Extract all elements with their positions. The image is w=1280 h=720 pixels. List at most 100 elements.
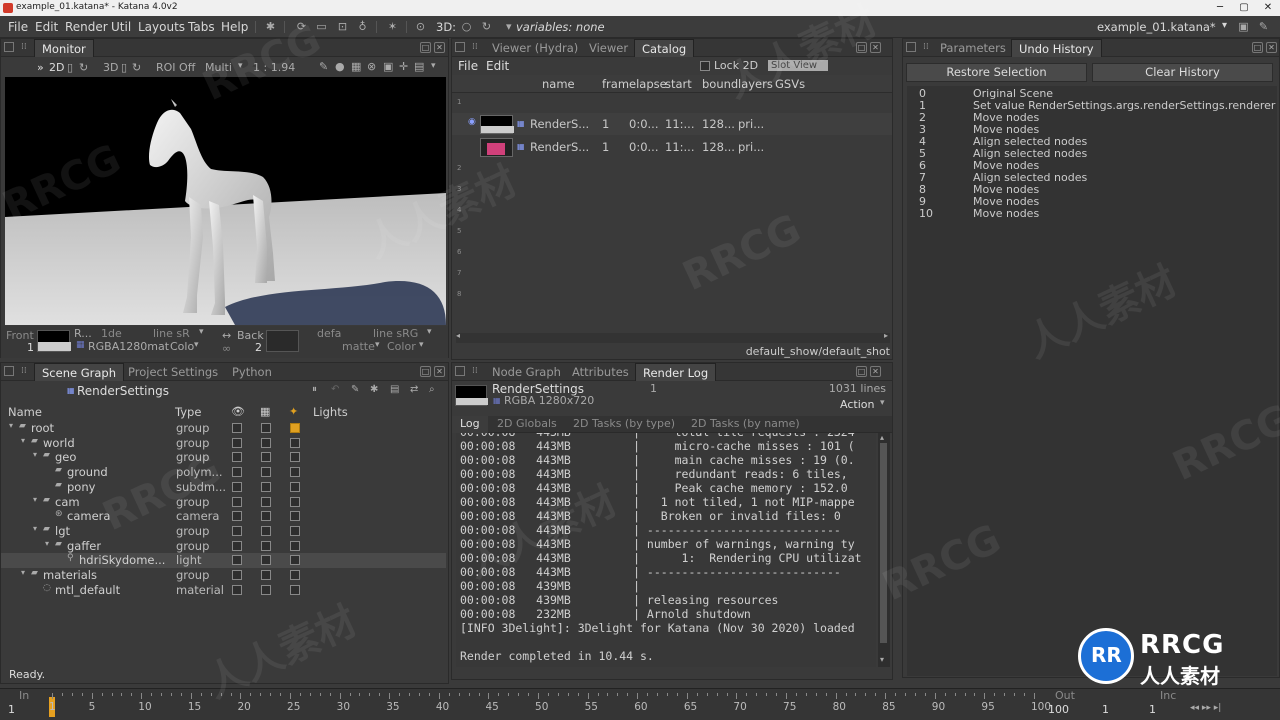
pencil-icon[interactable]: ✎ [319, 60, 328, 73]
restore-selection-button[interactable]: Restore Selection [906, 63, 1087, 82]
expand-arrow-icon[interactable]: ▾ [33, 524, 37, 533]
clear-history-button[interactable]: Clear History [1092, 63, 1273, 82]
panel-grip-icon[interactable]: ⁞⁞ [923, 42, 929, 52]
lock2d-checkbox[interactable] [700, 61, 710, 71]
catalog-menu-edit[interactable]: Edit [486, 59, 509, 73]
3d-refresh-small-icon[interactable]: ↻ [132, 61, 141, 74]
col-type[interactable]: Type [175, 403, 201, 421]
expand-arrow-icon[interactable]: ▾ [9, 421, 13, 430]
playback-controls-icon[interactable]: ◂◂ ▸▸ ▸| [1190, 703, 1221, 713]
layers-icon[interactable]: ▤ [414, 60, 424, 73]
light-checkbox[interactable] [290, 540, 300, 551]
multi-dropdown-arrow[interactable]: ▾ [238, 61, 243, 71]
working-set-column-icon[interactable]: ▦ [260, 405, 270, 418]
3d-toggle-small-icon[interactable]: ▯ [121, 61, 127, 74]
expand-arrow-icon[interactable]: ▾ [33, 450, 37, 459]
col-layers[interactable]: layers [738, 75, 773, 93]
mode-2d-button[interactable]: 2D [49, 61, 64, 74]
scenegraph-row[interactable]: ◌ mtl_default material [1, 583, 446, 598]
menu-render[interactable]: Render [65, 20, 108, 34]
panel-float-icon[interactable]: □ [1252, 42, 1263, 53]
menu-tabs[interactable]: Tabs [188, 20, 215, 34]
catalog-row[interactable]: ◉ ▦ RenderS... 1 0:0... 11:... 128... pr… [452, 113, 892, 135]
working-set-checkbox[interactable] [261, 467, 271, 478]
undo-history-item[interactable]: 10 Move nodes [907, 207, 1277, 220]
node-icon[interactable]: ⊡ [336, 20, 349, 33]
front-thumbnail[interactable] [37, 330, 71, 352]
variables-dropdown[interactable]: variables: none [516, 20, 605, 34]
col-elapsed[interactable]: elapse [629, 75, 667, 93]
out-value[interactable]: 100 [1048, 703, 1069, 716]
action-dropdown-arrow[interactable]: ▾ [880, 398, 885, 408]
2d-toggle-icon[interactable]: ▯ [67, 61, 73, 74]
catalog-hscrollbar[interactable]: ◂ ▸ [456, 331, 890, 343]
undo-icon[interactable]: ↶ [331, 384, 339, 395]
menu-help[interactable]: Help [221, 20, 248, 34]
render-icon[interactable]: ✶ [386, 20, 399, 33]
project-dropdown-arrow[interactable]: ▾ [1222, 20, 1227, 31]
minimize-icon[interactable]: ─ [1208, 0, 1232, 16]
expand-arrow-icon[interactable]: ▾ [21, 568, 25, 577]
tab-project-settings[interactable]: Project Settings [121, 363, 225, 381]
tab-viewer-hydra[interactable]: Viewer (Hydra) [485, 39, 585, 57]
visibility-checkbox[interactable] [232, 555, 242, 566]
undo-history-item[interactable]: 6 Move nodes [907, 159, 1277, 172]
visibility-checkbox[interactable] [232, 525, 242, 536]
timeline[interactable]: In 1 1 5 10 15 20 25 30 35 40 45 50 55 60 65 70 75 80 85 9… [0, 688, 1280, 720]
scenegraph-row[interactable]: ▰ ground polym... [1, 465, 446, 480]
visibility-checkbox[interactable] [232, 452, 242, 463]
working-set-checkbox[interactable] [261, 540, 271, 551]
panel-menu-icon[interactable] [906, 42, 916, 52]
visibility-checkbox[interactable] [232, 467, 242, 478]
panel-float-icon[interactable]: □ [420, 42, 431, 53]
visibility-checkbox[interactable] [232, 511, 242, 522]
tab-monitor[interactable]: Monitor [34, 39, 94, 57]
col-gsvs[interactable]: GSVs [775, 75, 805, 93]
working-set-checkbox[interactable] [261, 584, 271, 595]
tab-parameters[interactable]: Parameters [933, 39, 1013, 57]
back-line-dropdown-arrow[interactable]: ▾ [427, 327, 432, 337]
light-checkbox[interactable] [290, 452, 300, 463]
front-line-dropdown-arrow[interactable]: ▾ [199, 327, 204, 337]
tab-render-log[interactable]: Render Log [635, 363, 717, 381]
panel-close-icon[interactable]: ✕ [1266, 42, 1277, 53]
lights-column-icon[interactable]: ✦ [289, 405, 298, 418]
visibility-checkbox[interactable] [232, 570, 242, 580]
search-icon[interactable]: ⌕ [429, 384, 435, 395]
back-color-dropdown-arrow[interactable]: ▾ [419, 340, 424, 350]
visibility-checkbox[interactable] [232, 437, 242, 448]
light-checkbox[interactable] [290, 423, 300, 433]
panel-float-icon[interactable]: □ [856, 42, 867, 53]
project-dropdown[interactable]: example_01.katana* [1097, 20, 1216, 34]
scenegraph-row[interactable]: ▾ ▰ materials group [1, 568, 446, 583]
working-set-checkbox[interactable] [261, 570, 271, 580]
undo-history-item[interactable]: 3 Move nodes [907, 123, 1277, 136]
col-name[interactable]: Name [8, 403, 42, 421]
light-checkbox[interactable] [290, 437, 300, 448]
light-checkbox[interactable] [290, 467, 300, 478]
panel-float-icon[interactable]: □ [420, 366, 431, 377]
back-matte-dropdown-arrow[interactable]: ▾ [375, 340, 380, 350]
sync-icon[interactable]: ⇄ [410, 384, 418, 395]
working-set-checkbox[interactable] [261, 437, 271, 448]
back-thumbnail[interactable] [266, 330, 299, 352]
light-checkbox[interactable] [290, 584, 300, 595]
expand-icon[interactable]: » [37, 61, 44, 74]
pause-icon[interactable]: ⏸ [312, 384, 317, 395]
settings-icon[interactable]: ✱ [370, 384, 378, 395]
working-set-checkbox[interactable] [261, 481, 271, 492]
panel-float-icon[interactable]: □ [856, 366, 867, 377]
working-set-checkbox[interactable] [261, 511, 271, 522]
catalog-row[interactable]: ▦ RenderS... 1 0:0... 11:... 128... pri.… [452, 136, 892, 158]
panel-grip-icon[interactable]: ⁞⁞ [21, 42, 27, 52]
visibility-checkbox[interactable] [232, 540, 242, 551]
scenegraph-row[interactable]: ▾ ▰ cam group [1, 495, 446, 510]
variables-dropdown-arrow[interactable]: ▾ [506, 20, 512, 33]
scenegraph-row[interactable]: ▾ ▰ world group [1, 436, 446, 451]
tab-scene-graph[interactable]: Scene Graph [34, 363, 124, 381]
panel-grip-icon[interactable]: ⁞⁞ [472, 366, 478, 376]
menu-edit[interactable]: Edit [35, 20, 58, 34]
tab-undo-history[interactable]: Undo History [1011, 39, 1102, 57]
col-start[interactable]: start [665, 75, 692, 93]
scenegraph-row[interactable]: ▾ ▰ lgt group [1, 524, 446, 539]
